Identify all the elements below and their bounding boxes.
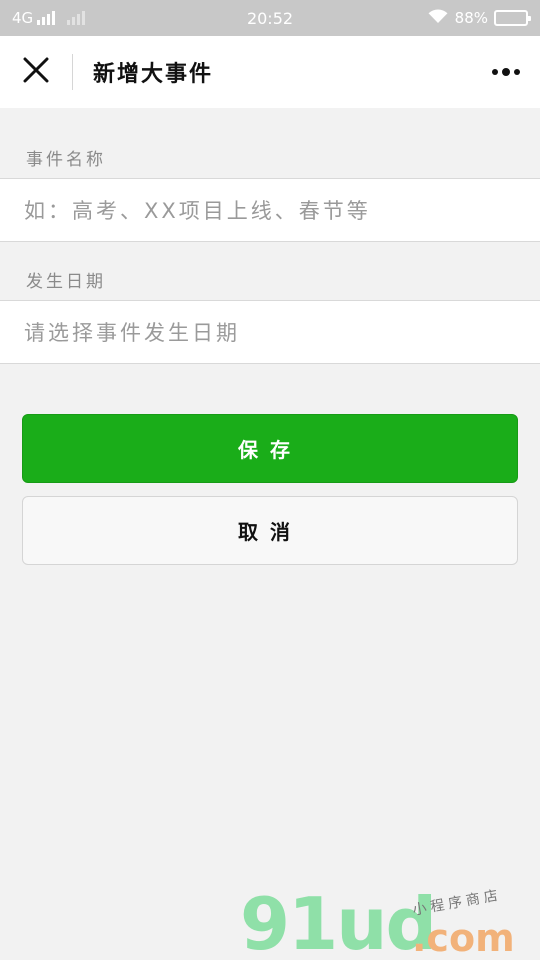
- event-date-picker[interactable]: 请选择事件发生日期: [0, 300, 540, 364]
- network-type: 4G: [12, 9, 34, 27]
- header-divider: [72, 54, 73, 90]
- header: 新增大事件: [0, 36, 540, 108]
- watermark: 91ud 小程序商店 .com: [240, 880, 540, 960]
- event-name-label: 事件名称: [26, 150, 106, 170]
- watermark-domain: .com: [412, 916, 515, 960]
- watermark-logo: 91ud: [240, 882, 437, 960]
- event-name-input[interactable]: 如：高考、XX项目上线、春节等: [0, 178, 540, 242]
- close-button[interactable]: [0, 36, 72, 108]
- more-dot-icon: [502, 68, 510, 76]
- save-button[interactable]: 保存: [22, 414, 518, 483]
- battery-icon: [494, 10, 531, 26]
- signal-secondary-icon: [67, 11, 86, 25]
- page-title: 新增大事件: [93, 62, 214, 87]
- signal-icon: [37, 11, 56, 25]
- status-time: 20:52: [246, 8, 294, 28]
- status-bar: 4G 20:52 88%: [0, 0, 540, 36]
- cancel-button[interactable]: 取消: [22, 496, 518, 565]
- status-left: 4G: [12, 9, 86, 27]
- event-date-label: 发生日期: [26, 272, 106, 292]
- close-icon: [23, 57, 49, 87]
- button-group: 保存 取消: [0, 364, 540, 565]
- form: 事件名称 如：高考、XX项目上线、春节等 发生日期 请选择事件发生日期 保存 取…: [0, 108, 540, 565]
- wifi-icon: [427, 8, 449, 28]
- more-dot-icon: [514, 69, 520, 75]
- battery-percent: 88%: [454, 9, 488, 27]
- more-button[interactable]: [492, 36, 520, 108]
- more-dot-icon: [492, 69, 498, 75]
- status-right: 88%: [427, 8, 531, 28]
